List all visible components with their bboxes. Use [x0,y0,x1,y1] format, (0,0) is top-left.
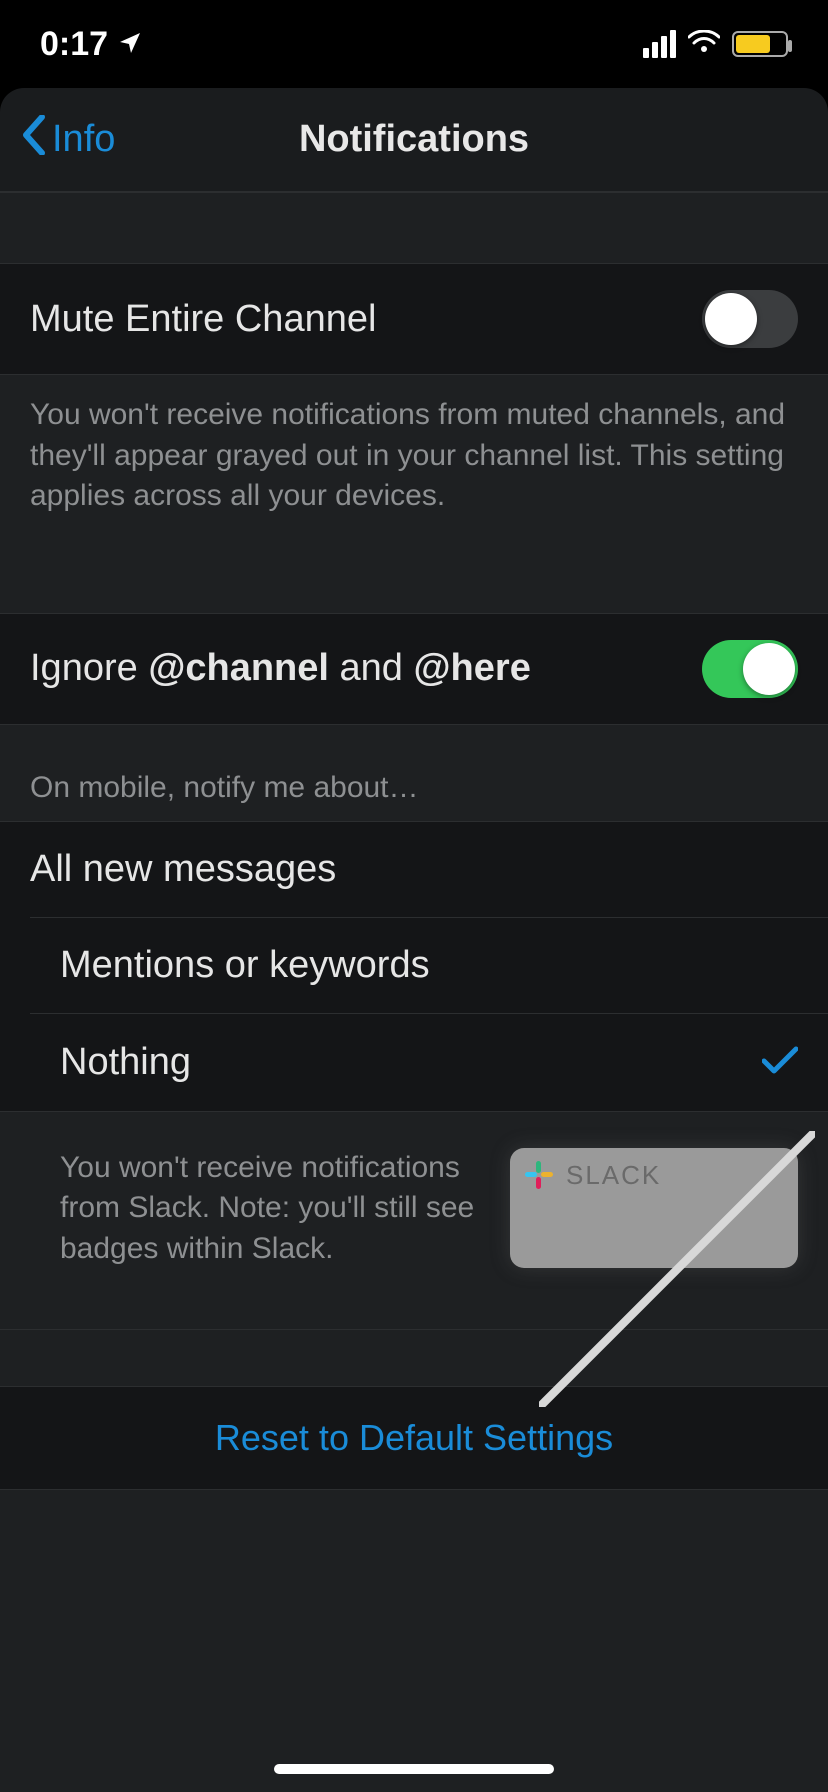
section-spacer [0,557,828,613]
section-spacer [0,1330,828,1386]
location-icon [118,25,142,64]
notification-preview-app: SLACK [566,1160,782,1191]
notify-option-label: All new messages [30,848,336,891]
notify-preview-text: You won't receive notifications from Sla… [60,1148,480,1270]
ignore-mid: and [329,647,414,689]
reset-defaults-row[interactable]: Reset to Default Settings [0,1386,828,1490]
reset-defaults-button[interactable]: Reset to Default Settings [215,1417,613,1458]
back-button[interactable]: Info [0,115,115,164]
ignore-mentions-row[interactable]: Ignore @channel and @here [0,613,828,725]
wifi-icon [688,30,720,59]
bottom-fill [0,1490,828,1792]
mute-channel-footer: You won't receive notifications from mut… [0,375,828,557]
back-label: Info [52,118,115,161]
notify-options: All new messages Mentions or keywords No… [0,822,828,1112]
mute-channel-label: Mute Entire Channel [30,298,376,341]
notify-preview: You won't receive notifications from Sla… [0,1112,828,1331]
ignore-prefix: Ignore [30,647,148,689]
status-time: 0:17 [40,25,108,64]
chevron-left-icon [22,115,46,164]
notification-preview-card: SLACK [510,1148,798,1268]
mention-channel: @channel [148,647,329,689]
status-bar: 0:17 [0,0,828,88]
mute-channel-toggle[interactable] [702,290,798,348]
ignore-mentions-toggle[interactable] [702,640,798,698]
status-time-group: 0:17 [40,25,142,64]
slack-icon [524,1160,554,1195]
notify-option-all[interactable]: All new messages [0,822,828,917]
settings-sheet: Info Notifications Mute Entire Channel Y… [0,88,828,1792]
home-indicator[interactable] [274,1764,554,1774]
checkmark-icon [762,1040,798,1085]
notify-section-header: On mobile, notify me about… [0,725,828,822]
page-title: Notifications [0,118,828,161]
notify-option-label: Mentions or keywords [60,944,430,987]
mention-here: @here [414,647,531,689]
ignore-mentions-label: Ignore @channel and @here [30,647,531,690]
cellular-icon [643,30,676,58]
nav-bar: Info Notifications [0,88,828,192]
section-spacer [0,192,828,264]
notify-option-nothing[interactable]: Nothing [30,1013,828,1111]
notify-option-label: Nothing [60,1041,191,1084]
battery-icon [732,31,788,57]
notify-option-mentions[interactable]: Mentions or keywords [30,917,828,1013]
status-right [643,30,788,59]
mute-channel-row[interactable]: Mute Entire Channel [0,264,828,375]
